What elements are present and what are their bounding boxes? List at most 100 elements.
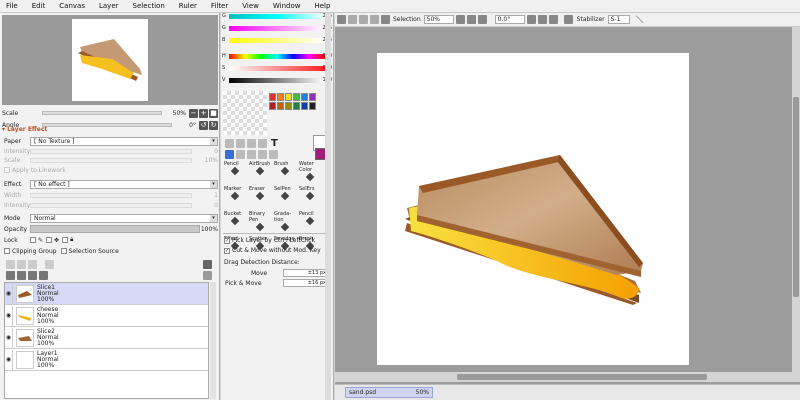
b-slider[interactable] bbox=[229, 38, 325, 43]
move-tool-icon[interactable] bbox=[225, 149, 234, 159]
palette-swatch[interactable] bbox=[301, 102, 308, 110]
zoom-in-icon[interactable] bbox=[466, 15, 476, 24]
selection-source-checkbox[interactable] bbox=[60, 248, 67, 254]
rotate-reset-icon[interactable] bbox=[548, 15, 558, 24]
layer-row-slice2[interactable]: ◉ Slice2 Normal 100% bbox=[5, 327, 208, 349]
menu-view[interactable]: View bbox=[235, 2, 266, 10]
layer-row-cheese[interactable]: ◉ cheese Normal 100% bbox=[5, 305, 208, 327]
g-slider[interactable] bbox=[229, 14, 325, 19]
clipping-group-checkbox[interactable] bbox=[4, 248, 10, 254]
layer-row-slice1[interactable]: ◉ Slice1 Normal 100% bbox=[5, 283, 208, 305]
paper-select[interactable]: [ No Texture ] ▾ bbox=[30, 136, 218, 146]
fill-icon[interactable] bbox=[45, 259, 54, 269]
s-slider[interactable] bbox=[229, 66, 325, 71]
pick-move-distance-field[interactable]: ±16 px bbox=[283, 279, 329, 287]
effect-intensity-slider[interactable] bbox=[30, 202, 192, 208]
flip-icon[interactable] bbox=[563, 15, 573, 24]
menu-layer[interactable]: Layer bbox=[92, 2, 126, 10]
undo-icon[interactable] bbox=[337, 15, 346, 24]
vertical-scrollbar[interactable] bbox=[792, 27, 800, 372]
zoom-field[interactable]: 50% bbox=[423, 15, 454, 24]
eyedropper-icon[interactable] bbox=[258, 138, 267, 148]
hand-tool-icon[interactable] bbox=[258, 149, 267, 159]
palette-swatch[interactable] bbox=[269, 102, 276, 110]
h-slider[interactable] bbox=[229, 54, 325, 59]
palette-swatch[interactable] bbox=[293, 102, 300, 110]
horizontal-scrollbar[interactable] bbox=[335, 372, 800, 382]
tool-pencil[interactable]: Pencil bbox=[223, 160, 247, 184]
cut-move-checkbox[interactable]: ✓ bbox=[224, 247, 230, 254]
middle-panel-scrollbar[interactable] bbox=[325, 13, 331, 400]
tool-selers[interactable]: SelErs bbox=[298, 185, 322, 209]
menu-filter[interactable]: Filter bbox=[204, 2, 235, 10]
vertical-scroll-thumb[interactable] bbox=[793, 97, 799, 297]
canvas-workspace[interactable] bbox=[335, 27, 800, 385]
zoom-reset-icon[interactable] bbox=[477, 15, 487, 24]
zoom-in-button[interactable]: + bbox=[199, 108, 208, 118]
move-distance-field[interactable]: ±13 px bbox=[283, 269, 329, 277]
g-slider-2[interactable] bbox=[229, 26, 325, 31]
clear-layer-icon[interactable] bbox=[28, 270, 37, 280]
palette-swatch[interactable] bbox=[293, 93, 300, 101]
rotate-left-button[interactable]: ↺ bbox=[199, 120, 208, 130]
tool-brush[interactable]: Brush bbox=[273, 160, 297, 184]
palette-swatch[interactable] bbox=[277, 102, 284, 110]
menu-window[interactable]: Window bbox=[266, 2, 308, 10]
intensity-slider[interactable] bbox=[30, 148, 192, 154]
lock-transparency-checkbox[interactable] bbox=[30, 237, 36, 243]
stabilizer-select[interactable]: S-1 bbox=[607, 15, 630, 24]
menu-file[interactable]: File bbox=[0, 2, 25, 10]
new-linework-layer-icon[interactable] bbox=[17, 259, 26, 269]
show-selection-icon[interactable] bbox=[381, 15, 390, 24]
angle-field[interactable]: 0.0° bbox=[494, 15, 525, 24]
opacity-slider[interactable] bbox=[30, 225, 200, 233]
tool-selpen[interactable]: SelPen bbox=[273, 185, 297, 209]
palette-swatch[interactable] bbox=[269, 93, 276, 101]
redo-icon[interactable] bbox=[348, 15, 357, 24]
palette-swatch[interactable] bbox=[309, 93, 316, 101]
mode-select[interactable]: Normal ▾ bbox=[30, 213, 218, 223]
rotate-tool-icon[interactable] bbox=[247, 149, 256, 159]
merge-down-icon[interactable] bbox=[6, 270, 15, 280]
palette-swatch[interactable] bbox=[301, 93, 308, 101]
delete-layer-icon[interactable] bbox=[39, 270, 48, 280]
layer-effect-title[interactable]: ▾ Layer Effect bbox=[2, 126, 47, 133]
layer-menu-icon[interactable] bbox=[203, 259, 212, 269]
visibility-eye-icon[interactable]: ◉ bbox=[5, 305, 13, 326]
palette-swatch[interactable] bbox=[277, 93, 284, 101]
tool-eraser[interactable]: Eraser bbox=[248, 185, 272, 209]
rotate-cw-icon[interactable] bbox=[537, 15, 547, 24]
rotate-right-button[interactable]: ↻ bbox=[209, 120, 218, 130]
tool-gradation[interactable]: Grada- tion bbox=[273, 210, 297, 234]
menu-selection[interactable]: Selection bbox=[126, 2, 172, 10]
menu-edit[interactable]: Edit bbox=[25, 2, 53, 10]
v-slider[interactable] bbox=[229, 78, 325, 83]
menu-ruler[interactable]: Ruler bbox=[172, 2, 204, 10]
lock-all-checkbox[interactable] bbox=[62, 237, 69, 243]
zoom-out-icon[interactable] bbox=[455, 15, 465, 24]
tool-marker[interactable]: Marker bbox=[223, 185, 247, 209]
tool-watercolor[interactable]: Water Color bbox=[298, 160, 322, 184]
navigator-preview[interactable] bbox=[2, 15, 218, 105]
lock-move-checkbox[interactable] bbox=[46, 237, 53, 243]
collapse-panel-icon[interactable] bbox=[203, 270, 212, 280]
palette-swatch[interactable] bbox=[285, 93, 292, 101]
zoom-out-button[interactable]: − bbox=[189, 108, 198, 118]
tool-pencil[interactable]: Pencil bbox=[298, 210, 322, 234]
lasso-icon[interactable] bbox=[236, 138, 245, 148]
visibility-eye-icon[interactable]: ◉ bbox=[5, 327, 13, 348]
new-layer-icon[interactable] bbox=[6, 259, 15, 269]
pick-layer-checkbox[interactable]: ✓ bbox=[224, 237, 230, 244]
file-tab[interactable]: sand.psd 50% bbox=[345, 387, 433, 398]
rotate-ccw-icon[interactable] bbox=[526, 15, 536, 24]
palette-swatch[interactable] bbox=[309, 102, 316, 110]
palette-swatch[interactable] bbox=[285, 102, 292, 110]
layer-list-scrollbar[interactable] bbox=[210, 282, 216, 399]
zoom-reset-button[interactable]: ■ bbox=[209, 108, 218, 118]
visibility-eye-icon[interactable]: ◉ bbox=[5, 283, 13, 304]
text-tool-icon[interactable]: T bbox=[271, 138, 278, 149]
invert-selection-icon[interactable] bbox=[370, 15, 379, 24]
picker-tool-icon[interactable] bbox=[269, 149, 278, 159]
scale-slider[interactable] bbox=[42, 111, 162, 115]
effect-select[interactable]: [ No effect ] ▾ bbox=[30, 179, 218, 189]
